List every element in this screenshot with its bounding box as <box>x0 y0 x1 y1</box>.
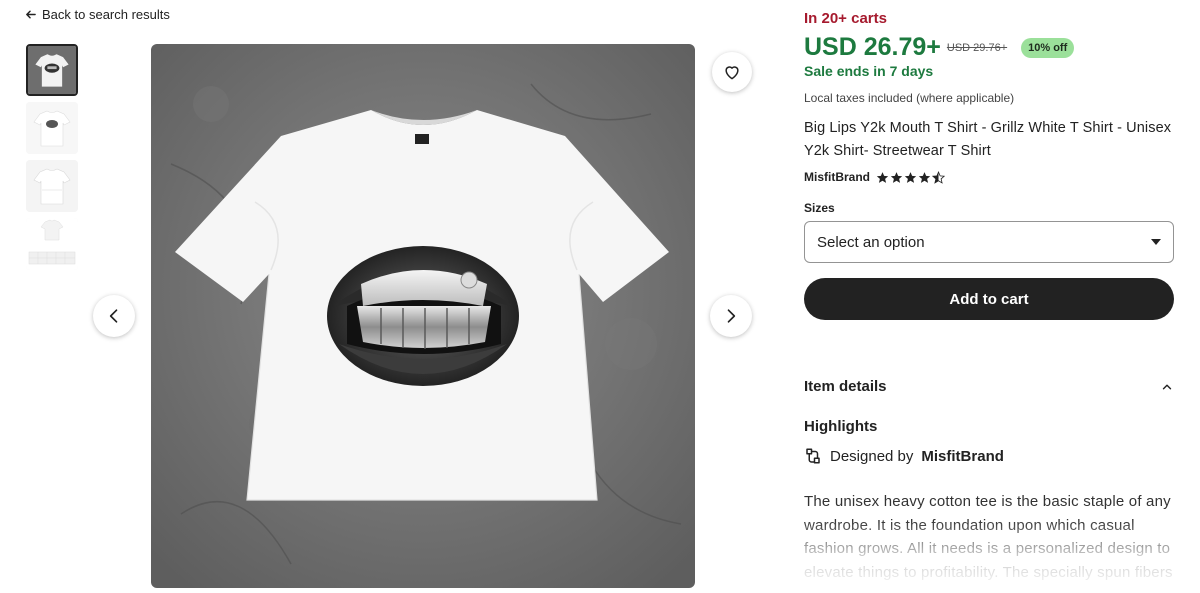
chevron-right-icon <box>727 309 736 323</box>
thumbnail-4[interactable] <box>26 218 78 270</box>
star-icon <box>890 171 903 183</box>
favorite-button[interactable] <box>712 52 752 92</box>
sale-price: USD 26.79+ <box>804 33 941 61</box>
main-product-image[interactable] <box>151 44 695 588</box>
price-row: USD 26.79+ USD 29.76+ 10% off <box>804 33 1075 62</box>
item-details-toggle[interactable]: Item details <box>804 378 1174 395</box>
back-to-search-link[interactable]: Back to search results <box>25 7 170 22</box>
shop-rating-row: MisfitBrand <box>804 170 945 184</box>
add-to-cart-button[interactable]: Add to cart <box>804 278 1174 320</box>
arrow-left-icon <box>26 10 36 19</box>
designed-by-row: Designed by MisfitBrand <box>804 447 1004 465</box>
item-details-title: Item details <box>804 378 887 395</box>
chevron-up-icon <box>1162 384 1172 389</box>
sizes-select[interactable]: Select an option <box>804 221 1174 263</box>
star-half-icon <box>932 170 945 184</box>
designed-by-name: MisfitBrand <box>921 447 1004 465</box>
next-image-button[interactable] <box>710 295 752 337</box>
highlights-heading: Highlights <box>804 418 878 435</box>
thumbnail-strip <box>26 44 78 270</box>
sale-ends-notice: Sale ends in 7 days <box>804 63 934 79</box>
taxes-note: Local taxes included (where applicable) <box>804 91 1015 105</box>
thumbnail-1[interactable] <box>26 44 78 96</box>
star-icon <box>876 171 889 183</box>
size-chart-thumbnail-image <box>26 218 78 270</box>
heart-icon <box>725 66 739 80</box>
tshirt-thumbnail-image <box>28 46 76 94</box>
previous-image-button[interactable] <box>93 295 135 337</box>
thumbnail-3[interactable] <box>26 160 78 212</box>
star-rating[interactable] <box>876 170 945 184</box>
tshirt-thumbnail-image <box>26 160 78 212</box>
in-carts-notice: In 20+ carts <box>804 10 887 27</box>
chevron-left-icon <box>109 309 118 323</box>
designed-by-prefix: Designed by <box>830 447 914 465</box>
sizes-label: Sizes <box>804 201 835 215</box>
tshirt-thumbnail-image <box>26 102 78 154</box>
original-price: USD 29.76+ <box>946 41 1008 54</box>
tshirt-product-photo <box>151 44 695 588</box>
product-description: The unisex heavy cotton tee is the basic… <box>804 493 1173 581</box>
designer-icon <box>806 448 820 464</box>
back-link-label: Back to search results <box>42 7 170 22</box>
caret-down-icon <box>1151 239 1161 245</box>
star-icon <box>904 171 917 183</box>
star-icon <box>918 171 931 183</box>
sizes-select-value: Select an option <box>817 233 925 251</box>
shop-name-link[interactable]: MisfitBrand <box>804 170 870 184</box>
thumbnail-2[interactable] <box>26 102 78 154</box>
product-title: Big Lips Y2k Mouth T Shirt - Grillz Whit… <box>804 120 1172 159</box>
discount-badge: 10% off <box>1021 37 1075 58</box>
